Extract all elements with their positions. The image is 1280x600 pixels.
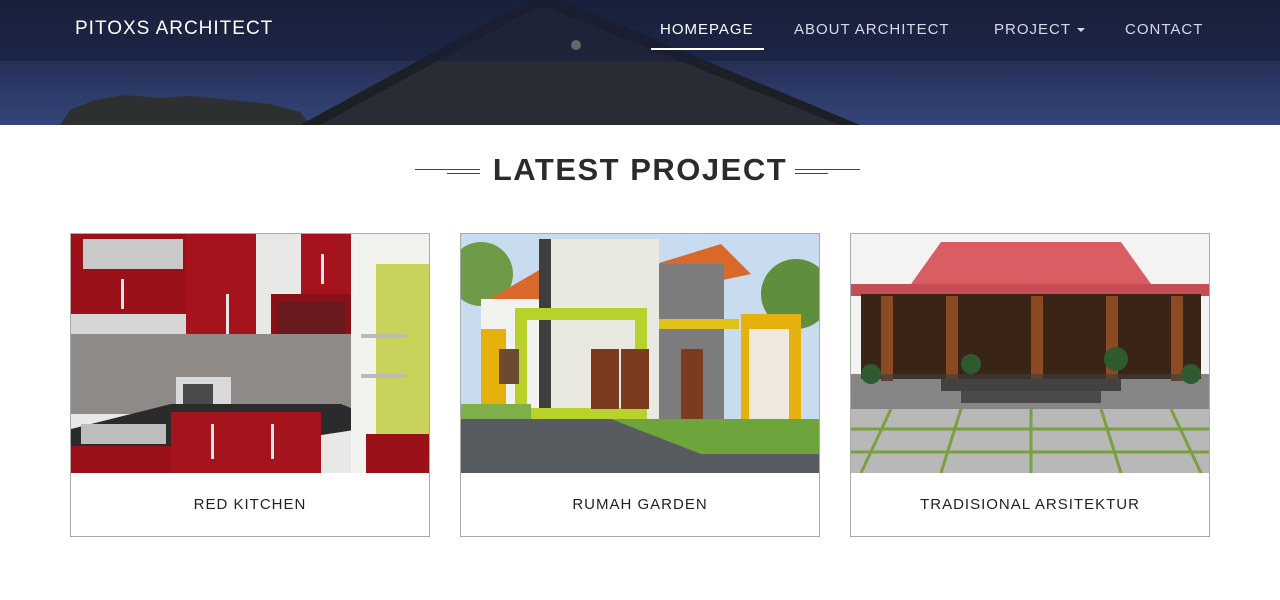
brand-logo[interactable]: PITOXS ARCHITECT — [75, 18, 273, 40]
project-image-rumah-garden[interactable] — [461, 234, 819, 473]
project-card[interactable]: TRADISIONAL ARSITEKTUR — [850, 233, 1210, 537]
active-nav-indicator — [651, 48, 764, 50]
project-card[interactable]: RUMAH GARDEN — [460, 233, 820, 537]
project-caption[interactable]: TRADISIONAL ARSITEKTUR — [851, 496, 1209, 513]
project-image-red-kitchen[interactable] — [71, 234, 429, 473]
section-title: LATEST PROJECT — [492, 152, 788, 187]
nav-item-homepage[interactable]: HOMEPAGE — [660, 21, 754, 38]
nav-item-project[interactable]: PROJECT — [994, 21, 1086, 38]
project-caption[interactable]: RED KITCHEN — [71, 496, 429, 513]
project-caption[interactable]: RUMAH GARDEN — [461, 496, 819, 513]
hero-banner: PITOXS ARCHITECT HOMEPAGE ABOUT ARCHITEC… — [0, 0, 1280, 125]
project-card[interactable]: RED KITCHEN — [70, 233, 430, 537]
hills-shape — [60, 95, 310, 125]
nav-item-about-architect[interactable]: ABOUT ARCHITECT — [794, 21, 950, 38]
nav-item-contact[interactable]: CONTACT — [1125, 21, 1203, 38]
caret-down-icon — [1077, 28, 1086, 33]
nav-item-project-label: PROJECT — [994, 21, 1072, 38]
project-image-tradisional-arsitektur[interactable] — [851, 234, 1209, 473]
title-decoration-right — [795, 169, 860, 175]
top-navbar: PITOXS ARCHITECT HOMEPAGE ABOUT ARCHITEC… — [0, 0, 1280, 61]
